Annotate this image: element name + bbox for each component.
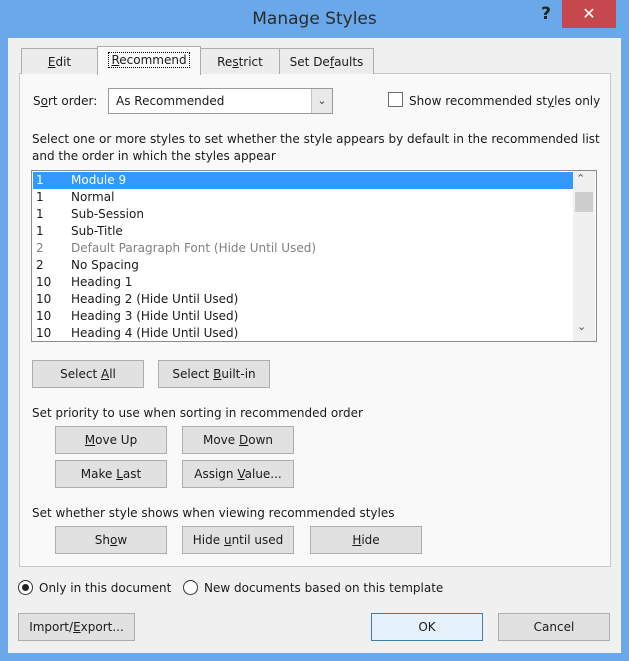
style-priority: 1 — [36, 173, 44, 187]
priority-heading: Set priority to use when sorting in reco… — [32, 406, 363, 420]
sort-order-label: Sort order: — [33, 94, 98, 108]
import-export-button[interactable]: Import/Export... — [18, 613, 135, 641]
instruction-line: and the order in which the styles appear — [32, 149, 276, 163]
cancel-button[interactable]: Cancel — [498, 613, 610, 641]
style-name: Heading 1 — [71, 275, 133, 289]
move-up-button[interactable]: Move Up — [55, 426, 167, 454]
style-priority: 10 — [36, 326, 52, 340]
style-name: Sub-Title — [71, 224, 123, 238]
assign-value-button[interactable]: Assign Value... — [182, 460, 294, 488]
style-priority: 10 — [36, 292, 52, 306]
style-list-item[interactable]: 1 Sub-Title — [33, 223, 573, 240]
tab-label: Set Defaults — [289, 55, 364, 69]
only-this-document-radio[interactable] — [18, 580, 33, 595]
style-priority: 2 — [36, 258, 44, 272]
hide-button[interactable]: Hide — [310, 526, 422, 554]
scroll-up-icon[interactable]: ⌃ — [576, 172, 585, 185]
style-list-item[interactable]: 10 Heading 3 (Hide Until Used) — [33, 308, 573, 325]
tab-label: Restrict — [217, 55, 263, 69]
make-last-button[interactable]: Make Last — [55, 460, 167, 488]
style-list-item[interactable]: 2 No Spacing — [33, 257, 573, 274]
style-name: Module 9 — [71, 173, 127, 187]
close-button[interactable]: ✕ — [562, 0, 616, 28]
ok-button[interactable]: OK — [371, 613, 483, 641]
styles-list[interactable]: 1 Module 9 1 Normal 1 Sub-Session 1 Sub-Title 2 D… — [31, 170, 597, 342]
tab-recommend[interactable]: Recommend — [97, 46, 201, 75]
tab-restrict[interactable]: Restrict — [200, 48, 280, 74]
scroll-down-icon[interactable]: ⌄ — [577, 320, 586, 333]
style-name: No Spacing — [71, 258, 139, 272]
style-list-item[interactable]: 2 Default Paragraph Font (Hide Until Used… — [33, 240, 573, 257]
style-name: Heading 4 (Hide Until Used) — [71, 326, 239, 340]
hide-until-used-button[interactable]: Hide until used — [182, 526, 294, 554]
tab-label: Edit — [47, 55, 72, 69]
help-button[interactable]: ? — [534, 4, 558, 26]
tab-set-defaults[interactable]: Set Defaults — [279, 48, 374, 74]
style-name: Heading 3 (Hide Until Used) — [71, 309, 239, 323]
show-button[interactable]: Show — [55, 526, 167, 554]
scrollbar-thumb[interactable] — [575, 192, 593, 212]
style-priority: 10 — [36, 275, 52, 289]
style-list-item[interactable]: 1 Normal — [33, 189, 573, 206]
new-documents-label: New documents based on this template — [204, 581, 444, 595]
style-name: Heading 2 (Hide Until Used) — [71, 292, 239, 306]
style-priority: 1 — [36, 224, 44, 238]
show-recommended-label: Show recommended styles only — [409, 94, 601, 108]
style-name: Normal — [71, 190, 115, 204]
style-priority: 1 — [36, 207, 44, 221]
style-priority: 1 — [36, 190, 44, 204]
style-list-item[interactable]: 1 Sub-Session — [33, 206, 573, 223]
style-list-item[interactable]: 10 Heading 1 — [33, 274, 573, 291]
chevron-down-icon[interactable]: ⌄ — [311, 89, 332, 113]
tab-label: Recommend — [108, 52, 190, 68]
new-documents-radio[interactable] — [183, 580, 198, 595]
sort-order-select[interactable]: As Recommended — [108, 88, 333, 114]
style-list-item[interactable]: 10 Heading 2 (Hide Until Used) — [33, 291, 573, 308]
style-list-item[interactable]: 10 Heading 4 (Hide Until Used) — [33, 325, 573, 341]
style-name: Sub-Session — [71, 207, 144, 221]
style-list-item[interactable]: 1 Module 9 — [33, 172, 573, 189]
style-name: Default Paragraph Font (Hide Until Used) — [71, 241, 317, 255]
style-priority: 10 — [36, 309, 52, 323]
show-recommended-checkbox[interactable] — [388, 92, 403, 107]
tab-edit[interactable]: Edit — [21, 48, 98, 74]
style-priority: 2 — [36, 241, 44, 255]
visibility-heading: Set whether style shows when viewing rec… — [32, 506, 395, 520]
select-all-button[interactable]: Select All — [32, 360, 144, 388]
move-down-button[interactable]: Move Down — [182, 426, 294, 454]
select-builtin-button[interactable]: Select Built-in — [158, 360, 270, 388]
instruction-line: Select one or more styles to set whether… — [32, 132, 600, 146]
only-this-document-label: Only in this document — [39, 581, 172, 595]
